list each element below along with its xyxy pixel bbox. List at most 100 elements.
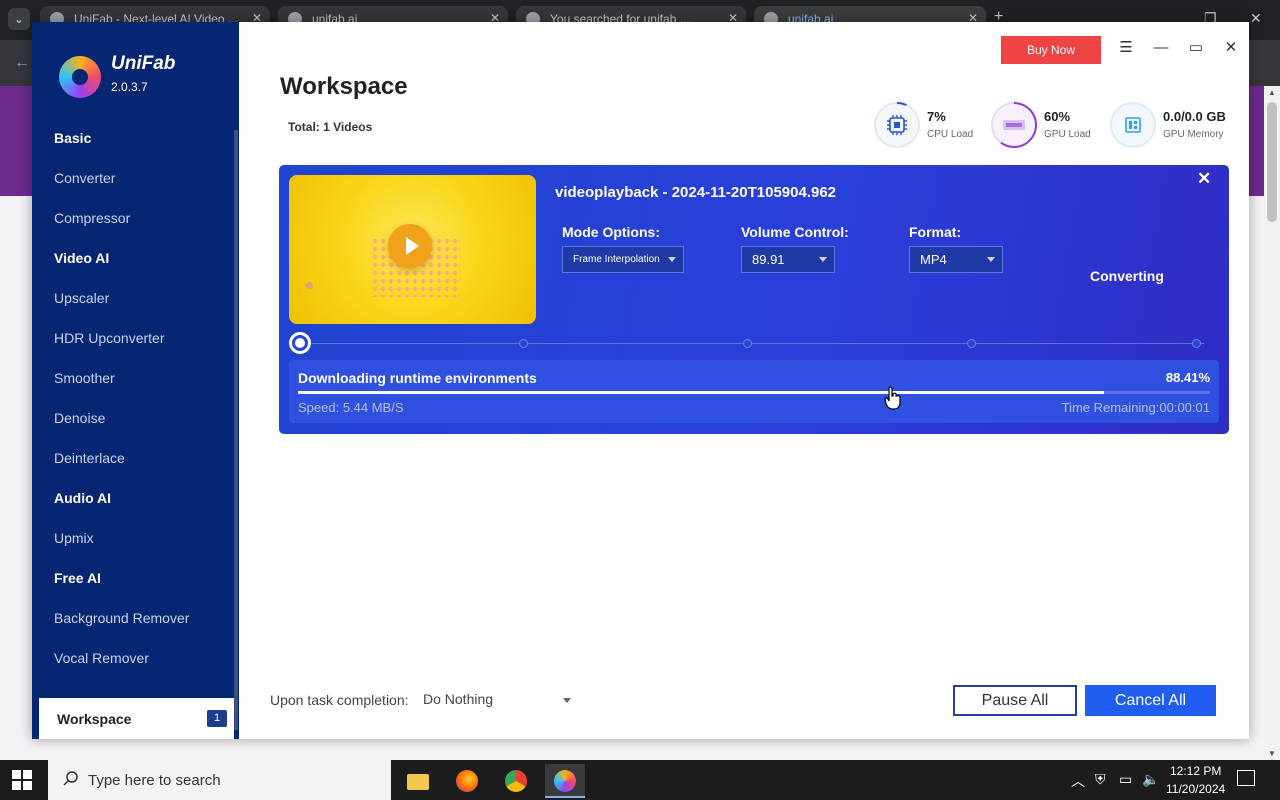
total-videos-count: Total: 1 Videos — [288, 120, 373, 134]
sidebar-item-background-remover[interactable]: Background Remover — [54, 610, 189, 626]
video-filename: videoplayback - 2024-11-20T105904.962 — [555, 184, 837, 201]
play-icon[interactable] — [388, 224, 432, 268]
minimize-icon[interactable]: — — [1149, 36, 1173, 60]
sidebar-item-label: Workspace — [57, 711, 132, 727]
remove-task-icon[interactable]: ✕ — [1197, 169, 1211, 189]
format-dropdown[interactable]: MP4 — [909, 246, 1003, 273]
search-icon — [63, 771, 78, 786]
nav-section-video-ai: Video AI — [54, 250, 110, 266]
firefox-app[interactable] — [447, 764, 487, 798]
sidebar-item-smoother[interactable]: Smoother — [54, 370, 115, 386]
menu-icon[interactable]: ☰ — [1114, 36, 1138, 60]
volume-control-label: Volume Control: — [741, 224, 849, 240]
scroll-down-icon[interactable]: ▼ — [1268, 749, 1276, 758]
chrome-icon — [505, 770, 527, 792]
gpu-memory-value: 0.0/0.0 GB — [1163, 109, 1226, 124]
gpu-card-icon — [991, 102, 1037, 148]
chevron-down-icon — [819, 257, 827, 262]
format-value: MP4 — [920, 252, 947, 267]
sidebar-item-converter[interactable]: Converter — [54, 170, 115, 186]
sidebar: UniFab 2.0.3.7 Basic Converter Compresso… — [32, 22, 239, 739]
brand-name: UniFab — [111, 53, 176, 74]
progress-panel: Downloading runtime environments 88.41% … — [289, 360, 1219, 423]
unifab-app[interactable] — [545, 764, 585, 798]
cancel-all-button[interactable]: Cancel All — [1085, 685, 1216, 716]
nav-section-free-ai: Free AI — [54, 570, 101, 586]
time-remaining: Time Remaining:00:00:01 — [1061, 400, 1210, 415]
nav-section-audio-ai: Audio AI — [54, 490, 112, 506]
sidebar-item-denoise[interactable]: Denoise — [54, 410, 105, 426]
network-icon[interactable]: ▭ — [1119, 771, 1132, 788]
unifab-window: UniFab 2.0.3.7 Basic Converter Compresso… — [32, 22, 1249, 739]
gpu-memory-label: GPU Memory — [1163, 129, 1224, 140]
chrome-app[interactable] — [496, 764, 536, 798]
sidebar-scrollbar[interactable] — [234, 130, 238, 730]
sidebar-item-upscaler[interactable]: Upscaler — [54, 290, 109, 306]
completion-action-label: Upon task completion: — [270, 692, 409, 708]
close-icon[interactable]: ✕ — [1219, 36, 1243, 60]
sidebar-item-vocal-remover[interactable]: Vocal Remover — [54, 650, 149, 666]
scroll-up-icon[interactable]: ▲ — [1268, 88, 1276, 97]
volume-value: 89.91 — [752, 252, 785, 267]
chevron-down-icon — [668, 257, 676, 262]
step-indicator-current — [289, 332, 311, 354]
task-card: ✕ videoplayback - 2024-11-20T105904.962 … — [279, 165, 1229, 434]
file-explorer-app[interactable] — [398, 764, 438, 798]
chevron-down-icon — [987, 257, 995, 262]
sidebar-item-upmix[interactable]: Upmix — [54, 530, 94, 546]
step-indicator — [743, 339, 752, 348]
workspace-count-badge: 1 — [207, 710, 227, 727]
thumbnail-dot — [306, 282, 313, 289]
windows-taskbar: Type here to search ︿ ⛨ ▭ 🔈 — [0, 760, 1280, 800]
security-icon[interactable]: ⛨ — [1095, 771, 1106, 788]
gpu-load-label: GPU Load — [1044, 129, 1091, 140]
folder-icon — [407, 774, 429, 790]
nav-section-basic: Basic — [54, 130, 92, 146]
step-indicator — [967, 339, 976, 348]
pause-all-button[interactable]: Pause All — [953, 685, 1077, 716]
volume-icon[interactable]: 🔈 — [1142, 771, 1159, 788]
mode-options-label: Mode Options: — [562, 224, 660, 240]
buy-now-button[interactable]: Buy Now — [1001, 36, 1101, 64]
step-indicator — [519, 339, 528, 348]
browser-back-icon[interactable]: ← — [14, 54, 30, 72]
app-version: 2.0.3.7 — [111, 80, 148, 94]
mode-options-dropdown[interactable]: Frame Interpolation — [562, 246, 684, 273]
task-status: Converting — [1090, 268, 1164, 284]
unifab-icon — [554, 770, 576, 792]
cpu-load-value: 7% — [927, 109, 946, 124]
notification-icon[interactable] — [1237, 770, 1255, 786]
scrollbar-thumb[interactable] — [1267, 102, 1277, 222]
completion-action-dropdown[interactable]: Do Nothing — [415, 686, 577, 714]
page-title: Workspace — [280, 73, 408, 100]
download-speed: Speed: 5.44 MB/S — [298, 400, 404, 415]
page-scrollbar[interactable]: ▲ ▼ — [1264, 86, 1280, 760]
browser-close-icon[interactable]: ✕ — [1250, 10, 1262, 27]
completion-action-value: Do Nothing — [423, 691, 494, 707]
search-placeholder: Type here to search — [88, 772, 221, 789]
mode-options-value: Frame Interpolation — [573, 254, 660, 265]
maximize-icon[interactable]: ▭ — [1184, 36, 1208, 60]
windows-start-icon[interactable] — [12, 770, 32, 790]
sidebar-item-deinterlace[interactable]: Deinterlace — [54, 450, 125, 466]
step-indicator — [1192, 339, 1201, 348]
taskbar-search-box[interactable]: Type here to search — [48, 760, 391, 800]
hand-cursor-icon — [884, 386, 901, 410]
format-label: Format: — [909, 224, 962, 240]
volume-control-dropdown[interactable]: 89.91 — [741, 246, 835, 273]
show-hidden-icons-icon[interactable]: ︿ — [1071, 771, 1085, 791]
progress-title: Downloading runtime environments — [298, 370, 537, 386]
cpu-load-label: CPU Load — [927, 129, 974, 140]
sidebar-item-hdr-upconverter[interactable]: HDR Upconverter — [54, 330, 164, 346]
sidebar-item-workspace[interactable]: Workspace 1 — [35, 698, 234, 739]
video-thumbnail[interactable] — [289, 175, 536, 324]
tab-search-button[interactable]: ⌄ — [8, 8, 30, 30]
progress-percent: 88.41% — [1165, 370, 1210, 385]
progress-bar — [298, 391, 1210, 394]
sidebar-item-compressor[interactable]: Compressor — [54, 210, 130, 226]
firefox-icon — [456, 770, 478, 792]
taskbar-time[interactable]: 12:12 PM — [1170, 764, 1221, 778]
taskbar-date[interactable]: 11/20/2024 — [1166, 782, 1225, 796]
unifab-logo-icon — [59, 56, 101, 98]
cpu-chip-icon — [874, 102, 920, 148]
